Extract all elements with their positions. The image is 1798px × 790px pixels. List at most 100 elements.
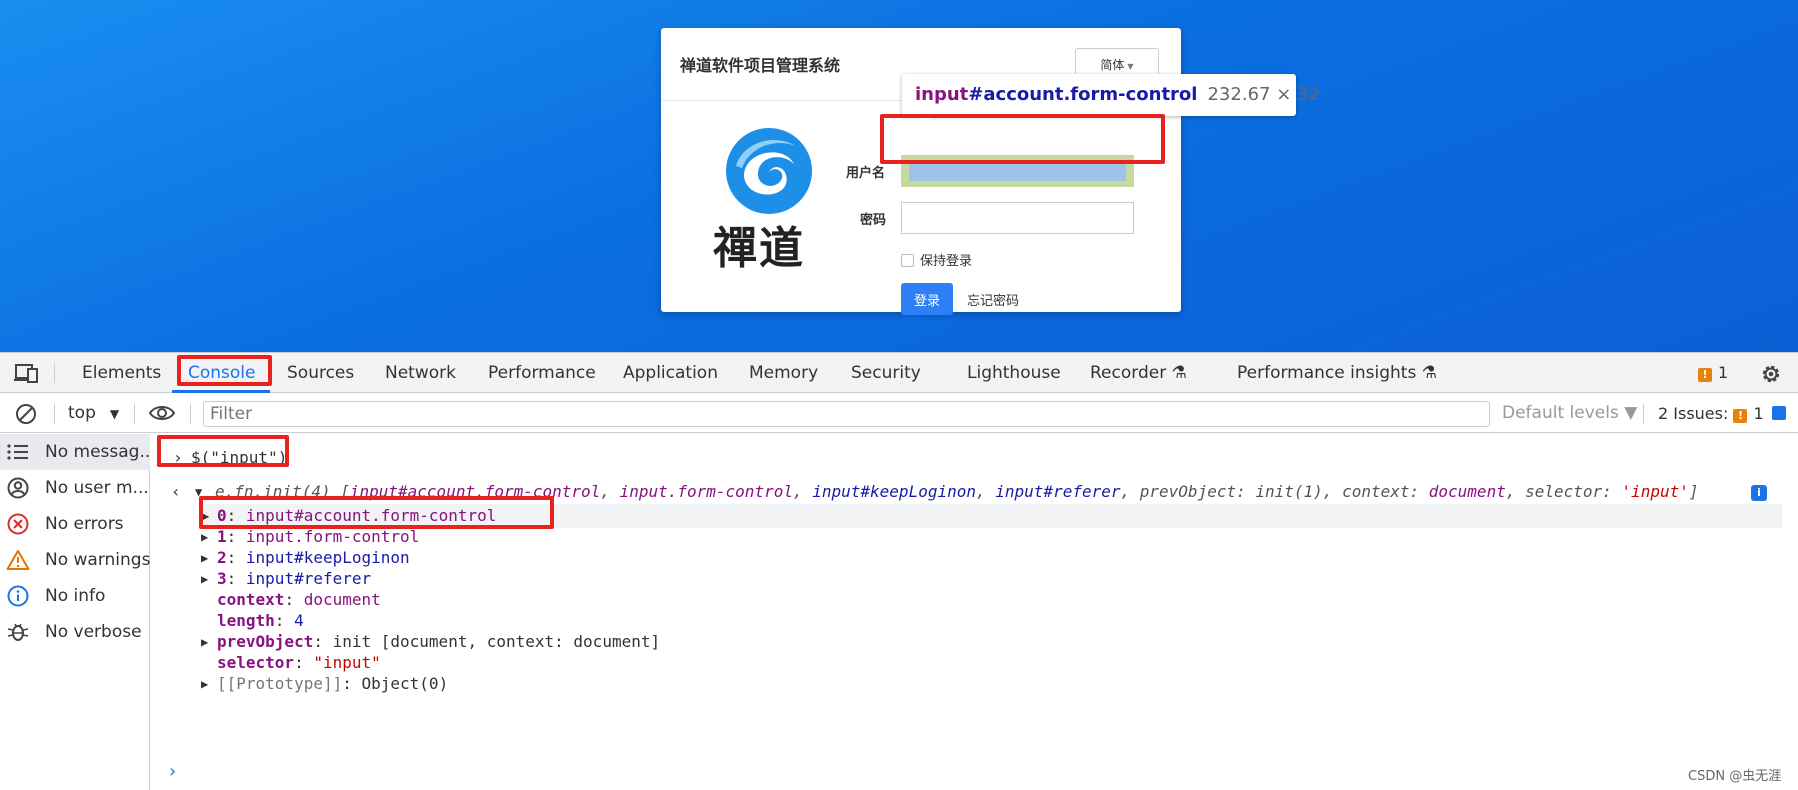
list-icon [7,444,28,460]
warning-flag-icon: ! [1733,409,1748,423]
tab-performance-insights-label: Performance insights [1237,363,1417,383]
tab-console[interactable]: Console [188,353,256,393]
keep-login-checkbox[interactable]: 保持登录 [901,250,972,269]
tooltip-dimensions: 232.67 × 32 [1207,84,1320,105]
separator [54,404,55,424]
sidebar-item-messages[interactable]: No messag... [0,434,150,470]
sidebar-item-label: No messag... [45,442,150,462]
chevron-right-icon: › [173,448,183,467]
caret-down-icon: ▼ [1127,61,1134,71]
tab-sources[interactable]: Sources [287,353,354,393]
sidebar-item-errors[interactable]: No errors [0,506,150,542]
watermark: CSDN @虫无涯 [1688,769,1782,784]
console-input-line: › $("input") [151,446,1798,470]
info-icon[interactable]: i [1751,485,1767,501]
gear-icon[interactable] [1760,363,1782,385]
info-icon [7,585,29,607]
context-select[interactable]: top ▼ [68,394,119,433]
property-value: 4 [294,611,304,630]
property-key: 3 [217,569,227,588]
tab-application[interactable]: Application [623,353,718,393]
result-summary: e.fn.init(4) [input#account.form-control… [215,480,1699,504]
property-value: init [document, context: document] [332,632,661,651]
colon: : [1409,482,1429,501]
property-row[interactable]: ▶ [[Prototype]]: Object(0) [201,672,448,696]
tab-lighthouse[interactable]: Lighthouse [967,353,1061,393]
sidebar-item-label: No warnings [45,550,150,570]
comma: , [792,482,813,501]
sidebar-item-info[interactable]: No info [0,578,150,614]
result-prefix: e.fn.init(4) [ [215,482,350,501]
sidebar-item-verbose[interactable]: No verbose [0,614,150,650]
flask-icon: ⚗ [1171,363,1187,383]
console-toolbar: top ▼ Default levels ▼ 2 Issues: ! 1 [0,394,1798,433]
issues-warn-count: 1 [1753,404,1764,423]
caret-down-icon: ▼ [109,407,120,421]
property-key: 1 [217,527,227,546]
property-key: context [217,590,285,609]
expand-triangle-icon[interactable]: ▶ [201,672,208,696]
property-key: 0 [217,506,227,525]
property-value: input#account.form-control [245,506,497,525]
warning-flag-icon: ! [1698,368,1712,382]
result-val: 'input' [1621,482,1689,501]
result-key: prevObject [1139,482,1237,501]
property-value: input.form-control [245,527,420,546]
result-val: document [1428,482,1506,501]
sidebar-item-user-messages[interactable]: No user m... [0,470,150,506]
tab-performance-insights[interactable]: Performance insights ⚗ [1237,353,1437,393]
flask-icon: ⚗ [1421,363,1437,383]
tab-recorder-label: Recorder [1090,363,1167,383]
eye-icon[interactable] [148,403,176,423]
tab-security[interactable]: Security [851,353,921,393]
device-toolbar-icon[interactable] [14,363,40,383]
log-levels-dropdown[interactable]: Default levels ▼ [1502,394,1637,433]
checkbox-icon[interactable] [901,254,914,267]
clear-console-icon[interactable] [14,402,38,426]
comma: , [1322,482,1343,501]
property-key: prevObject [217,632,314,651]
chevron-left-icon: ‹ [171,482,181,501]
expand-triangle-icon[interactable]: ▶ [201,630,208,654]
login-card: 禅道软件项目管理系统 简体 ▼ 禪道 用户名 密码 保持登录 登录 忘记密码 [661,28,1181,315]
sidebar-item-label: No verbose [45,622,142,642]
tab-network[interactable]: Network [385,353,456,393]
active-tab-underline [172,390,270,393]
language-label: 简体 [1100,57,1125,72]
tab-elements[interactable]: Elements [82,353,161,393]
tooltip-selector: #account.form-control [968,84,1198,105]
tooltip-tag: input [915,84,969,105]
password-input[interactable] [901,202,1134,234]
issues-counter[interactable]: 2 Issues: ! 1 [1658,394,1786,433]
expand-triangle-icon[interactable]: ▼ [195,480,202,504]
card-title: 禅道软件项目管理系统 [680,56,841,75]
context-label: top [68,403,96,423]
comma: , [1505,482,1526,501]
comma: , [600,482,620,501]
issues-badge[interactable]: ! 1 [1698,353,1728,393]
filter-input[interactable] [203,401,1490,427]
close-bracket: ] [1688,482,1699,501]
forgot-password-link[interactable]: 忘记密码 [967,290,1019,309]
username-label: 用户名 [846,166,886,181]
property-key: selector [217,653,295,672]
expand-triangle-icon[interactable]: ▶ [201,567,208,591]
tab-memory[interactable]: Memory [749,353,818,393]
tab-performance[interactable]: Performance [488,353,596,393]
property-row[interactable]: ▶ 0: input#account.form-control [202,504,1782,528]
result-item: input.form-control [619,482,793,501]
inspect-highlight-content [909,161,1126,181]
login-button[interactable]: 登录 [901,283,953,315]
console-prompt[interactable]: › [167,760,1798,784]
console-sidebar: No messag... No user m... No errors No w… [0,434,150,790]
separator [54,363,55,383]
console-result-line[interactable]: ‹ ▼ e.fn.init(4) [input#account.form-con… [151,480,1798,504]
result-key: selector [1525,482,1603,501]
sidebar-item-warnings[interactable]: No warnings [0,542,150,578]
bug-icon [7,623,29,641]
message-icon [1771,406,1786,420]
property-key: [[Prototype]] [217,674,343,693]
colon: : [1602,482,1622,501]
zentao-logo-text: 禪道 [713,223,805,274]
tab-recorder[interactable]: Recorder ⚗ [1090,353,1187,393]
